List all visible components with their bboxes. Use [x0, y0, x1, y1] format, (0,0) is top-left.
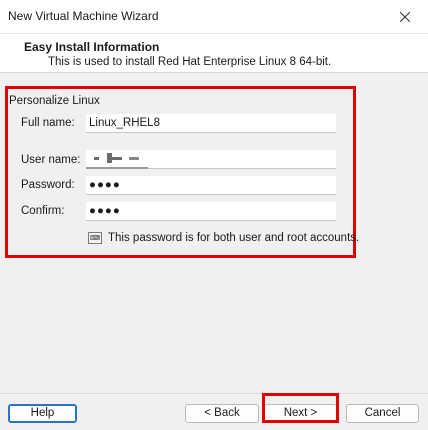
user-name-field[interactable] [86, 150, 336, 169]
redacted-username [86, 167, 148, 169]
header-panel: Easy Install Information This is used to… [0, 34, 428, 73]
confirm-label: Confirm: [21, 205, 65, 217]
group-label: Personalize Linux [9, 95, 100, 107]
close-icon [400, 11, 410, 22]
user-name-label: User name: [21, 154, 81, 166]
cancel-button[interactable]: Cancel [346, 404, 419, 423]
password-mask: ●●●● [89, 179, 121, 191]
highlight-box-next [262, 393, 339, 423]
redacted-username [94, 157, 99, 160]
confirm-mask: ●●●● [89, 205, 121, 217]
back-button[interactable]: < Back [185, 404, 259, 423]
close-button[interactable] [382, 0, 428, 33]
info-row: ⌨ This password is for both user and roo… [88, 232, 359, 244]
page-title: Easy Install Information [24, 40, 160, 54]
help-button[interactable]: Help [8, 404, 77, 423]
page-subtitle: This is used to install Red Hat Enterpri… [48, 56, 332, 68]
redacted-username [129, 157, 139, 160]
window-title: New Virtual Machine Wizard [8, 9, 159, 23]
title-bar: New Virtual Machine Wizard [0, 0, 428, 34]
confirm-field[interactable]: ●●●● [86, 202, 336, 221]
password-field[interactable]: ●●●● [86, 176, 336, 195]
redacted-username [112, 157, 122, 160]
password-label: Password: [21, 179, 75, 191]
info-text: This password is for both user and root … [108, 232, 360, 244]
full-name-label: Full name: [21, 117, 75, 129]
full-name-field[interactable] [86, 114, 336, 133]
keyboard-info-icon: ⌨ [88, 232, 102, 244]
